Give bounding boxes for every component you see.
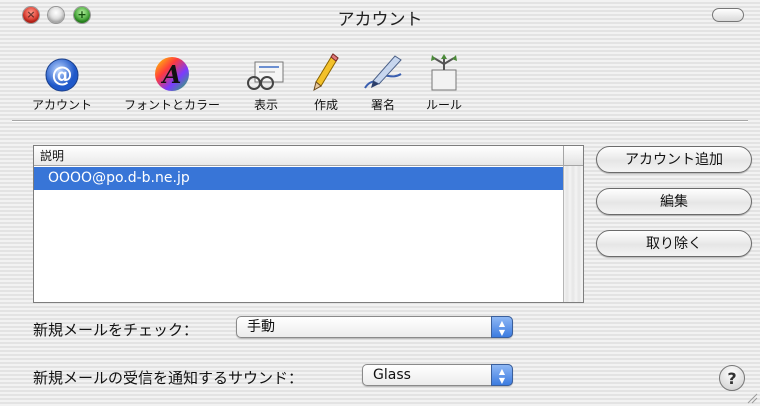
new-mail-sound-popup[interactable]: Glass ▲ ▼ bbox=[362, 364, 513, 386]
edit-button[interactable]: 編集 bbox=[596, 188, 752, 215]
svg-text:A: A bbox=[161, 60, 182, 89]
accounts-list[interactable]: 説明 OOOO@po.d-b.ne.jp bbox=[33, 145, 584, 303]
popup-arrows-icon: ▲ ▼ bbox=[491, 364, 513, 386]
toolbar-label-accounts: アカウント bbox=[31, 98, 92, 112]
help-button[interactable]: ? bbox=[719, 365, 745, 391]
font-color-icon: A bbox=[155, 57, 189, 91]
window-title: アカウント bbox=[337, 10, 423, 30]
popup-arrows-icon: ▲ ▼ bbox=[491, 316, 513, 338]
check-mail-popup[interactable]: 手動 ▲ ▼ bbox=[236, 316, 513, 338]
toolbar-label-fonts-colors: フォントとカラー bbox=[123, 98, 220, 112]
remove-button[interactable]: 取り除く bbox=[596, 230, 752, 257]
toolbar-label-view: 表示 bbox=[253, 98, 278, 112]
svg-text:@: @ bbox=[52, 63, 73, 87]
at-sign-icon: @ bbox=[45, 58, 79, 92]
toolbar-item-rules[interactable]: ルール bbox=[418, 52, 470, 113]
view-icon bbox=[247, 61, 284, 90]
new-mail-sound-label: 新規メールの受信を通知するサウンド： bbox=[33, 369, 304, 387]
signature-pen-icon bbox=[364, 55, 402, 89]
toolbar-item-accounts[interactable]: @ アカウント bbox=[22, 52, 102, 113]
toolbar-label-signatures: 署名 bbox=[370, 98, 395, 112]
pencil-icon bbox=[313, 53, 339, 92]
list-header-corner bbox=[563, 146, 583, 166]
account-row[interactable]: OOOO@po.d-b.ne.jp bbox=[34, 167, 564, 190]
toolbar-item-view[interactable]: 表示 bbox=[244, 52, 288, 113]
check-mail-label: 新規メールをチェック： bbox=[33, 321, 199, 339]
toolbar-toggle-button[interactable] bbox=[712, 8, 744, 22]
preferences-window: × + アカウント @ アカウント A フォントとカラー 表示 作成 署名 ルー… bbox=[0, 0, 760, 406]
new-mail-sound-value: Glass bbox=[373, 367, 411, 383]
toolbar-label-compose: 作成 bbox=[313, 98, 338, 112]
toolbar-item-signatures[interactable]: 署名 bbox=[358, 52, 408, 113]
rules-icon bbox=[431, 54, 457, 91]
toolbar-item-compose[interactable]: 作成 bbox=[304, 52, 348, 113]
check-mail-value: 手動 bbox=[247, 319, 275, 335]
column-header-description[interactable]: 説明 bbox=[34, 146, 564, 166]
toolbar: @ アカウント A フォントとカラー 表示 作成 署名 ルール bbox=[0, 52, 760, 122]
title-bar: × + アカウント bbox=[0, 0, 760, 30]
toolbar-label-rules: ルール bbox=[425, 98, 462, 112]
vertical-scrollbar[interactable] bbox=[563, 166, 583, 302]
toolbar-divider bbox=[12, 120, 748, 121]
toolbar-item-fonts-colors[interactable]: A フォントとカラー bbox=[112, 52, 232, 113]
resize-grip-icon[interactable] bbox=[746, 392, 758, 404]
add-account-button[interactable]: アカウント追加 bbox=[596, 146, 752, 173]
